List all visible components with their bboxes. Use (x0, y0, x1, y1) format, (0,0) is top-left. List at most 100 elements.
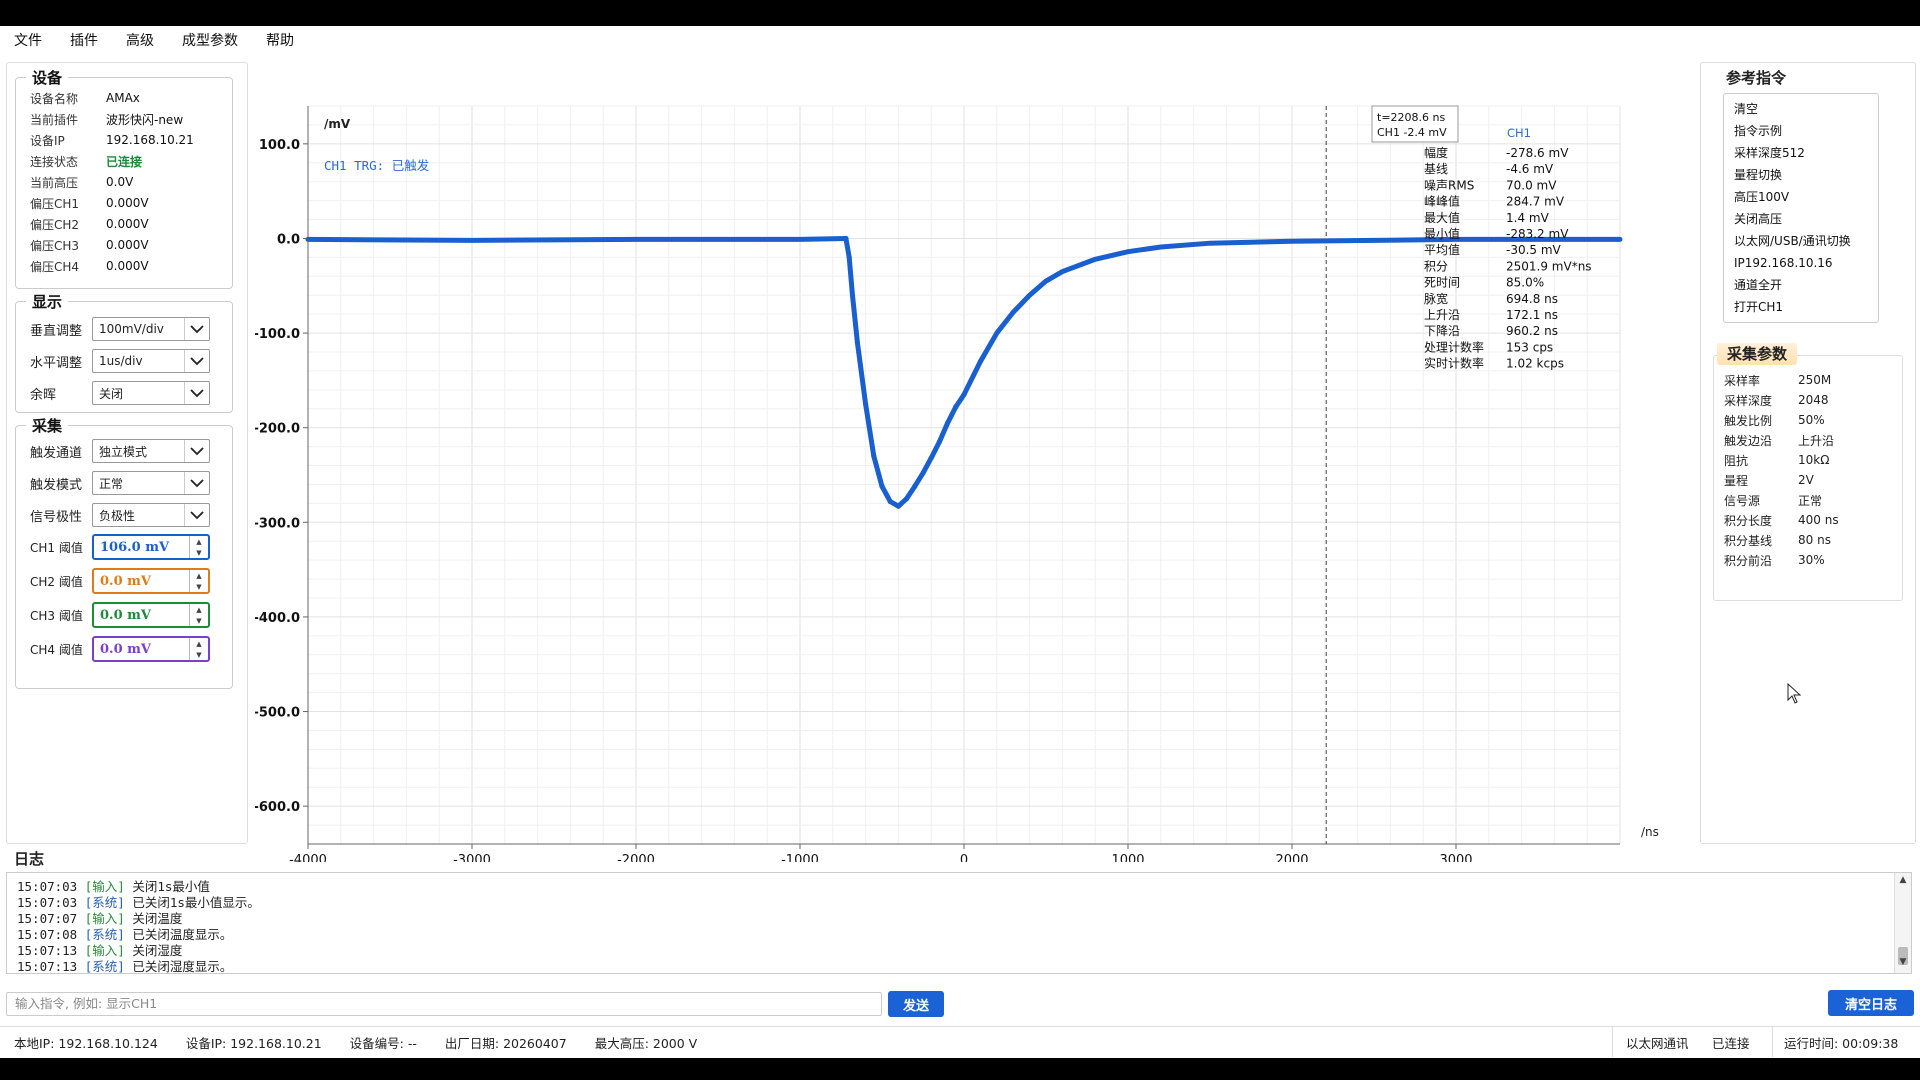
x-tick-label: 0 (960, 853, 968, 862)
vertical-scale-select[interactable]: 100mV/div (92, 317, 210, 341)
waveform-chart[interactable]: -4000 -3000 -2000 -1000 0 1000 2000 3000 100.0 0.… (253, 62, 1675, 868)
acq-value: 上升沿 (1798, 433, 1835, 448)
y-tick-label: 100.0 (259, 138, 300, 153)
polarity-select[interactable]: 负极性 (92, 503, 210, 527)
spin-down-icon[interactable]: ▼ (190, 615, 208, 626)
spin-arrows[interactable]: ▲ ▼ (189, 638, 208, 660)
scroll-down-icon[interactable]: ▼ (1895, 957, 1911, 971)
afterglow-select[interactable]: 关闭 (92, 381, 210, 405)
measurement-label: 脉宽 (1424, 291, 1448, 306)
spin-down-icon[interactable]: ▼ (190, 581, 208, 592)
ch4-threshold-value: 0.0 mV (100, 641, 151, 657)
acq-value: 2V (1798, 473, 1814, 487)
ch3-threshold-label: CH3 阈值 (30, 608, 83, 623)
bias-ch2-label: 偏压CH2 (30, 217, 80, 232)
ref-item-depth512[interactable]: 采样深度512 (1724, 142, 1878, 164)
trigger-mode-value: 正常 (99, 476, 124, 491)
menu-help[interactable]: 帮助 (252, 26, 308, 56)
x-unit-label: /ns (1641, 825, 1659, 839)
app-window: 文件 插件 高级 成型参数 帮助 设备 设备名称 AMAx 当前插件 波形快闪-ne… (0, 26, 1920, 1058)
reference-command-list: 清空 指令示例 采样深度512 量程切换 高压100V 关闭高压 以太网/USB… (1723, 93, 1879, 323)
ref-item-ip[interactable]: IP192.168.10.16 (1724, 252, 1878, 274)
menu-advanced[interactable]: 高级 (112, 26, 168, 56)
status-factory-date: 出厂日期: 20260407 (444, 1035, 567, 1051)
ref-item-comm-switch[interactable]: 以太网/USB/通讯切换 (1724, 230, 1878, 252)
series-point (871, 453, 877, 459)
log-time: 15:07:08 (17, 927, 78, 942)
log-scrollbar[interactable]: ▲ ▼ (1894, 873, 1911, 973)
x-tick-label: 2000 (1275, 853, 1308, 862)
chevron-down-icon (184, 504, 209, 526)
acq-row-int-leading: 积分前沿 30% (1724, 550, 1825, 570)
ref-item-all-channels[interactable]: 通道全开 (1724, 274, 1878, 296)
spin-up-icon[interactable]: ▲ (190, 604, 208, 615)
spin-up-icon[interactable]: ▲ (190, 570, 208, 581)
clear-log-button[interactable]: 清空日志 (1828, 990, 1914, 1016)
acq-label: 信号源 (1724, 493, 1761, 508)
horizontal-scale-select[interactable]: 1us/div (92, 349, 210, 373)
spin-down-icon[interactable]: ▼ (190, 547, 208, 558)
spin-up-icon[interactable]: ▲ (190, 536, 208, 547)
scroll-up-icon[interactable]: ▲ (1895, 875, 1911, 889)
ref-item-range-switch[interactable]: 量程切换 (1724, 164, 1878, 186)
log-line: 15:07:07 [输入] 关闭温度 (17, 911, 182, 927)
ref-item-hv100[interactable]: 高压100V (1724, 186, 1878, 208)
ref-item-clear[interactable]: 清空 (1724, 98, 1878, 120)
trigger-mode-select[interactable]: 正常 (92, 471, 210, 495)
trigger-mode-row: 触发模式 正常 (30, 470, 210, 496)
acq-value: 400 ns (1798, 513, 1839, 527)
y-tick-label: -600.0 (255, 800, 300, 815)
ref-item-examples[interactable]: 指令示例 (1724, 120, 1878, 142)
ref-item-hv-off[interactable]: 关闭高压 (1724, 208, 1878, 230)
measurement-label: 积分 (1424, 259, 1448, 273)
measurement-value: 172.1 ns (1506, 308, 1558, 322)
ch2-threshold-spinbox[interactable]: 0.0 mV ▲ ▼ (92, 568, 210, 594)
status-local-ip: 本地IP: 192.168.10.124 (14, 1035, 158, 1051)
x-tick-label: -3000 (453, 853, 491, 862)
spin-arrows[interactable]: ▲ ▼ (189, 536, 208, 558)
send-button[interactable]: 发送 (888, 991, 944, 1017)
measurement-label: 最小值 (1424, 226, 1460, 241)
menu-file[interactable]: 文件 (0, 26, 56, 56)
ch4-threshold-spinbox[interactable]: 0.0 mV ▲ ▼ (92, 636, 210, 662)
log-tag: [输入] (84, 911, 125, 926)
ref-item-open-ch1[interactable]: 打开CH1 (1724, 296, 1878, 318)
measurement-value: -30.5 mV (1506, 243, 1562, 257)
spin-down-icon[interactable]: ▼ (190, 649, 208, 660)
log-line: 15:07:13 [系统] 已关闭湿度显示。 (17, 959, 232, 974)
ch1-threshold-spinbox[interactable]: 106.0 mV ▲ ▼ (92, 534, 210, 560)
log-title: 日志 (14, 850, 45, 868)
log-line: 15:07:13 [输入] 关闭湿度 (17, 943, 182, 959)
acq-label: 触发比例 (1724, 413, 1773, 428)
series-point (953, 404, 959, 410)
menu-plugins[interactable]: 插件 (56, 26, 112, 56)
cursor-readout-value: CH1 -2.4 mV (1377, 126, 1447, 139)
command-input[interactable]: 输入指令, 例如: 显示CH1 (6, 992, 882, 1016)
acq-row-signal-source: 信号源 正常 (1724, 490, 1822, 510)
series-point (912, 483, 918, 489)
spin-arrows[interactable]: ▲ ▼ (189, 570, 208, 592)
measurement-label: 实时计数率 (1424, 356, 1484, 371)
current-plugin-row: 当前插件 波形快闪-new (30, 109, 183, 129)
log-message: 关闭湿度 (132, 943, 183, 958)
chevron-down-icon (184, 318, 209, 340)
series-point (849, 292, 856, 298)
acq-row-range: 量程 2V (1724, 470, 1814, 490)
menu-shaping-params[interactable]: 成型参数 (168, 26, 252, 56)
acq-label: 阻抗 (1724, 453, 1749, 468)
status-divider (1612, 1027, 1613, 1057)
vertical-scale-label: 垂直调整 (30, 323, 83, 339)
series-point (879, 483, 885, 489)
log-tag: [系统] (84, 927, 125, 942)
measurement-value: 85.0% (1506, 276, 1544, 290)
log-time: 15:07:13 (17, 959, 78, 974)
ch3-threshold-spinbox[interactable]: 0.0 mV ▲ ▼ (92, 602, 210, 628)
spin-up-icon[interactable]: ▲ (190, 638, 208, 649)
measurement-label: 峰峰值 (1424, 194, 1460, 209)
spin-arrows[interactable]: ▲ ▼ (189, 604, 208, 626)
log-panel[interactable]: 15:07:03 [输入] 关闭1s最小值 15:07:03 [系统] 已关闭1… (6, 872, 1912, 974)
acq-row-int-length: 积分长度 400 ns (1724, 510, 1839, 530)
polarity-value: 负极性 (99, 508, 136, 523)
x-tick-label: 1000 (1111, 853, 1144, 862)
trigger-channel-select[interactable]: 独立模式 (92, 439, 210, 463)
